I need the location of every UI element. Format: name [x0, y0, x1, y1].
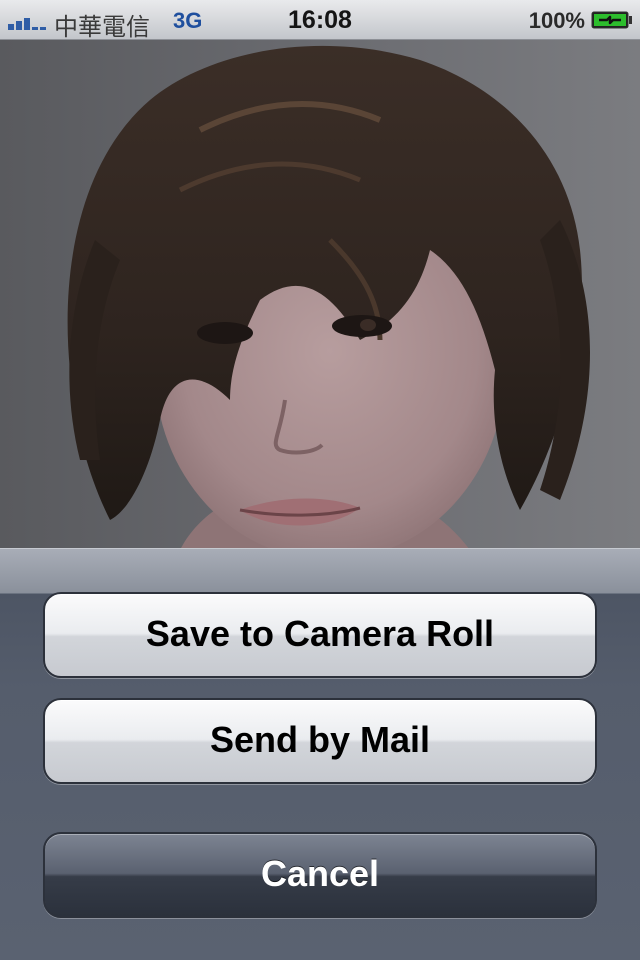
- cancel-label: Cancel: [260, 853, 380, 894]
- battery-percent: 100%: [528, 8, 585, 33]
- screen: 中華電信 3G 16:08 100% Save to Camera Roll S…: [0, 0, 640, 960]
- status-bar: 中華電信 3G 16:08 100%: [0, 0, 640, 41]
- action-sheet: Save to Camera Roll Send by Mail Cancel: [0, 548, 640, 960]
- portrait-photo: [0, 40, 640, 550]
- send-by-mail-label: Send by Mail: [209, 719, 431, 760]
- send-by-mail-button[interactable]: Send by Mail: [43, 698, 597, 784]
- save-to-camera-roll-label: Save to Camera Roll: [145, 613, 495, 654]
- save-to-camera-roll-button[interactable]: Save to Camera Roll: [43, 592, 597, 678]
- portrait-image: [0, 40, 640, 550]
- battery-charging-icon: [591, 11, 632, 29]
- cancel-button[interactable]: Cancel: [43, 832, 597, 918]
